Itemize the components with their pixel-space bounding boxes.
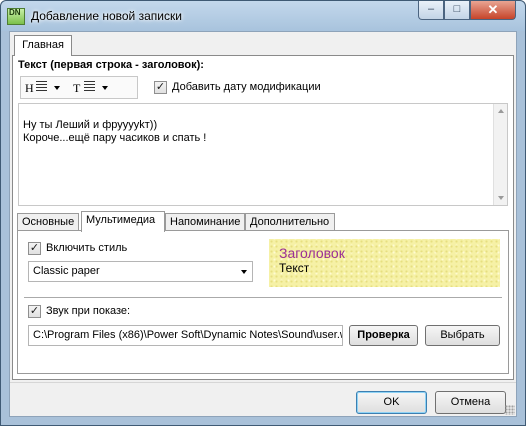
sound-label[interactable]: Звук при показе:: [46, 305, 130, 317]
maximize-button[interactable]: □: [444, 1, 470, 20]
add-date-checkbox[interactable]: ✓: [154, 81, 167, 94]
scroll-down-arrow-icon[interactable]: [498, 196, 504, 200]
multimedia-tab-panel: ✓ Включить стиль Classic paper Заголовок…: [17, 230, 509, 374]
note-text-area[interactable]: Ну ты Леший и фрууууkт)) Короче...ещё па…: [18, 103, 508, 206]
sound-path-field[interactable]: C:\Program Files (x86)\Power Soft\Dynami…: [28, 325, 343, 346]
chevron-down-icon[interactable]: [241, 270, 247, 274]
close-button[interactable]: ✕: [470, 1, 516, 20]
main-tab-panel: Текст (первая строка - заголовок): H T ✓…: [12, 55, 514, 380]
text-field-label: Текст (первая строка - заголовок):: [18, 59, 204, 71]
heading-style-button[interactable]: H: [25, 80, 34, 96]
enable-style-label[interactable]: Включить стиль: [46, 242, 127, 254]
tab-basic[interactable]: Основные: [17, 213, 79, 231]
app-icon: DN: [7, 8, 25, 25]
check-sound-button[interactable]: Проверка: [349, 325, 418, 346]
note-text-content: Ну ты Леший и фрууууkт)) Короче...ещё па…: [23, 119, 207, 144]
preview-text: Текст: [279, 261, 310, 275]
tab-reminder[interactable]: Напоминание: [165, 213, 245, 231]
heading-align-icon[interactable]: [36, 81, 47, 93]
dialog-button-bar: OK Отмена: [10, 382, 516, 416]
browse-button[interactable]: Выбрать: [425, 325, 500, 346]
sound-checkbox[interactable]: ✓: [28, 305, 41, 318]
dialog-client-area: Главная Текст (первая строка - заголовок…: [9, 31, 517, 417]
heading-dropdown-arrow-icon[interactable]: [54, 86, 60, 90]
tab-main[interactable]: Главная: [14, 35, 72, 56]
cancel-button[interactable]: Отмена: [435, 391, 506, 414]
tab-multimedia[interactable]: Мультимедиа: [81, 211, 165, 232]
ok-button[interactable]: OK: [356, 391, 427, 414]
style-preview: Заголовок Текст: [269, 239, 500, 287]
title-bar[interactable]: DN Добавление новой записки – □ ✕: [1, 1, 525, 31]
add-date-label[interactable]: Добавить дату модификации: [172, 81, 321, 93]
style-select-value: Classic paper: [33, 265, 100, 277]
preview-heading: Заголовок: [279, 245, 345, 261]
style-select[interactable]: Classic paper: [28, 261, 253, 282]
minimize-button[interactable]: –: [418, 1, 444, 20]
resize-grip[interactable]: [505, 405, 515, 415]
note-vertical-scrollbar[interactable]: [493, 104, 507, 205]
dialog-window: DN Добавление новой записки – □ ✕ Главна…: [0, 0, 526, 426]
enable-style-checkbox[interactable]: ✓: [28, 242, 41, 255]
section-divider: [24, 297, 502, 298]
format-toolbar: H T: [20, 76, 138, 99]
window-title: Добавление новой записки: [31, 9, 182, 23]
text-dropdown-arrow-icon[interactable]: [102, 86, 108, 90]
scroll-up-arrow-icon[interactable]: [498, 109, 504, 113]
text-style-button[interactable]: T: [73, 80, 80, 96]
text-align-icon[interactable]: [84, 81, 95, 93]
tab-additional[interactable]: Дополнительно: [245, 213, 335, 231]
